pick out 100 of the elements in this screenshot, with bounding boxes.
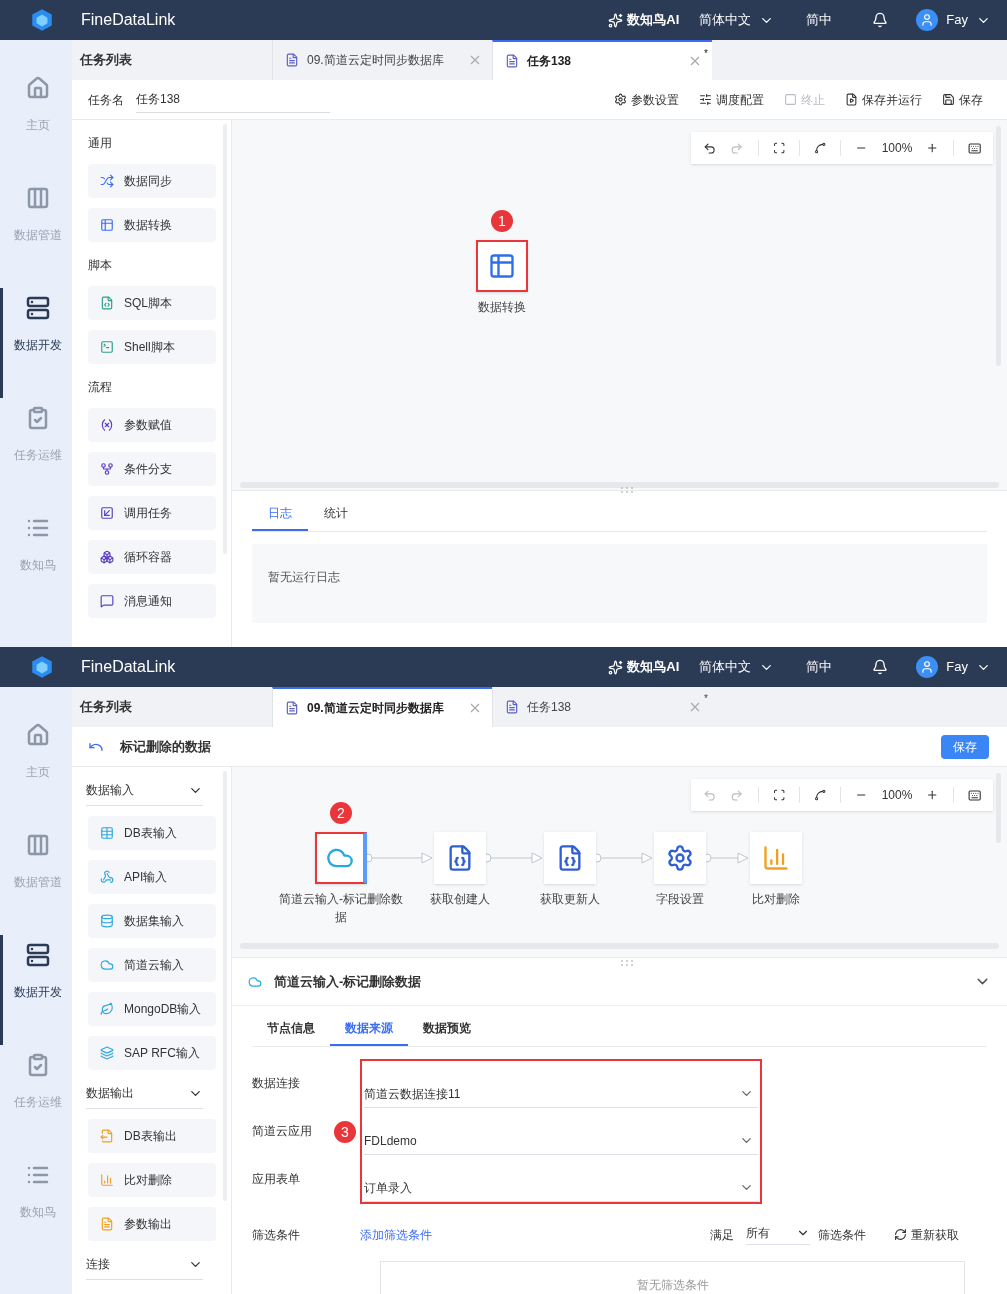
user-avatar[interactable] (916, 656, 939, 678)
editor-tab[interactable]: 09.简道云定时同步数据库 (272, 687, 492, 727)
task-name-label: 任务名 (88, 91, 124, 109)
home-icon (25, 76, 50, 100)
empty-log-text: 暂无运行日志 (268, 570, 340, 584)
locale-label[interactable]: 简中 (806, 657, 833, 677)
document-icon (505, 700, 519, 714)
flow-node[interactable] (654, 832, 706, 884)
connector-style-icon[interactable] (813, 141, 827, 155)
terminal-icon (100, 340, 114, 354)
language-select[interactable]: 简体中文 (699, 10, 775, 30)
palette-group-header[interactable]: 连接 (86, 1255, 203, 1280)
connector-style-icon[interactable] (813, 788, 827, 802)
palette-item[interactable]: 参数赋值 (88, 408, 216, 442)
select-field[interactable]: FDLdemo (364, 1108, 758, 1155)
palette-item[interactable]: 比对删除 (88, 1163, 216, 1197)
select-field[interactable]: 订单录入 (364, 1155, 758, 1202)
fit-view-icon[interactable] (772, 788, 785, 802)
flow-node[interactable] (434, 832, 486, 884)
task-list-title[interactable]: 任务列表 (72, 687, 272, 727)
panel-tab[interactable]: 统计 (308, 497, 364, 531)
document-icon (285, 701, 299, 715)
palette-item[interactable]: API输入 (88, 860, 216, 894)
refresh-button[interactable]: 重新获取 (894, 1225, 959, 1244)
task-name-field[interactable]: 任务138 (136, 86, 330, 113)
match-select[interactable]: 所有 (746, 1224, 810, 1245)
palette-item[interactable]: DB表输入 (88, 816, 216, 850)
branch-icon (100, 462, 114, 476)
fit-view-icon[interactable] (772, 141, 785, 155)
locale-label[interactable]: 简中 (806, 10, 833, 30)
add-filter-link[interactable]: 添加筛选条件 (360, 1225, 432, 1244)
zoom-in-icon[interactable] (926, 141, 939, 155)
drag-handle-icon[interactable] (619, 959, 634, 967)
flow-node[interactable] (315, 832, 367, 884)
zoom-level: 100% (881, 787, 913, 804)
palette-group-header[interactable]: 数据输入 (86, 781, 203, 806)
server-icon (25, 943, 50, 967)
task-list-title[interactable]: 任务列表 (72, 40, 272, 80)
language-select[interactable]: 简体中文 (699, 657, 775, 677)
keyboard-icon[interactable] (967, 140, 981, 156)
palette-item[interactable]: DB表输出 (88, 1119, 216, 1153)
drag-handle-icon[interactable] (619, 486, 634, 494)
ai-link[interactable]: 数知鸟AI (627, 10, 680, 30)
node-label: 比对删除 (751, 891, 801, 908)
flow-title: 标记删除的数据 (120, 737, 211, 756)
detail-tab[interactable]: 节点信息 (252, 1012, 330, 1046)
palette-item[interactable]: SAP RFC输入 (88, 1036, 216, 1070)
field-label: 筛选条件 (252, 1226, 301, 1244)
server-icon (25, 296, 50, 320)
palette-group-header[interactable]: 数据输出 (86, 1084, 203, 1109)
palette-item[interactable]: Shell脚本 (88, 330, 216, 364)
bell-icon[interactable] (872, 12, 889, 28)
toolbar-action[interactable]: 参数设置 (614, 90, 679, 109)
palette-item[interactable]: 循环容器 (88, 540, 216, 574)
flow-node[interactable] (544, 832, 596, 884)
toolbar-action[interactable]: 保存并运行 (845, 90, 922, 109)
palette-item[interactable]: 简道云输入 (88, 948, 216, 982)
palette-item[interactable]: 数据同步 (88, 164, 216, 198)
palette-item[interactable]: 数据集输入 (88, 904, 216, 938)
bell-icon[interactable] (872, 659, 889, 675)
editor-tab[interactable]: 任务138 * (492, 40, 712, 80)
user-avatar[interactable] (916, 9, 939, 31)
palette-item[interactable]: 调用任务 (88, 496, 216, 530)
document-icon (285, 53, 299, 67)
ai-link[interactable]: 数知鸟AI (627, 657, 680, 677)
bar-chart-icon (100, 1173, 114, 1187)
select-field[interactable]: 简道云数据连接11 (364, 1061, 758, 1108)
detail-tab[interactable]: 数据来源 (330, 1012, 408, 1046)
field-label: 应用表单 (252, 1171, 300, 1188)
stop-icon (784, 93, 797, 106)
dataset-icon (100, 914, 114, 928)
bar-chart-icon (762, 844, 790, 872)
flow-node[interactable] (476, 240, 528, 292)
callout-badge: 2 (330, 802, 352, 824)
field-label: 简道云应用 (252, 1123, 312, 1140)
save-button[interactable]: 保存 (941, 734, 989, 759)
ai-icon (608, 12, 624, 28)
palette-item[interactable]: MongoDB输入 (88, 992, 216, 1026)
user-menu[interactable]: Fay (946, 657, 991, 677)
brand-name: FineDataLink (81, 657, 176, 677)
palette-item[interactable]: SQL脚本 (88, 286, 216, 320)
detail-tab[interactable]: 数据预览 (408, 1012, 486, 1046)
cloud-icon (248, 974, 262, 989)
modified-mark: * (704, 47, 708, 61)
node-label: 获取更新人 (539, 891, 601, 908)
zoom-in-icon[interactable] (926, 788, 939, 802)
cloud-icon (100, 958, 114, 972)
panel-tab[interactable]: 日志 (252, 497, 308, 531)
node-label: 字段设置 (655, 891, 705, 908)
palette-item[interactable]: 条件分支 (88, 452, 216, 486)
palette-item[interactable]: 参数输出 (88, 1207, 216, 1241)
palette-item[interactable]: 消息通知 (88, 584, 216, 618)
toolbar-action[interactable]: 调度配置 (699, 90, 764, 109)
palette-item[interactable]: 数据转换 (88, 208, 216, 242)
user-menu[interactable]: Fay (946, 10, 991, 30)
condition-label: 筛选条件 (818, 1226, 866, 1244)
toolbar-action[interactable]: 保存 (942, 90, 983, 109)
loop-container-icon (100, 550, 114, 564)
flow-node[interactable] (750, 832, 802, 884)
keyboard-icon[interactable] (967, 787, 981, 803)
